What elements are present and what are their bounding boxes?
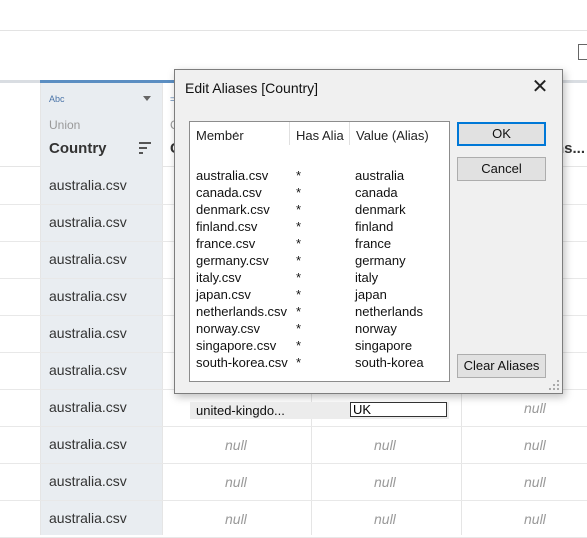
cancel-button[interactable]: Cancel: [457, 157, 546, 181]
null-cell[interactable]: null: [225, 511, 247, 527]
alias-value: germany: [355, 253, 406, 268]
list-item[interactable]: germany.csv * germany: [190, 252, 449, 269]
alias-value: denmark: [355, 202, 406, 217]
has-alias-flag: *: [296, 219, 302, 234]
field-source-label: Union: [49, 118, 81, 132]
null-cell[interactable]: null: [524, 400, 546, 416]
resize-grip-icon[interactable]: [549, 380, 559, 390]
country-cell[interactable]: australia.csv: [49, 251, 127, 267]
null-cell[interactable]: null: [225, 474, 247, 490]
field-name-country[interactable]: Country: [49, 140, 107, 157]
has-alias-flag: *: [296, 202, 302, 217]
alias-value: canada: [355, 185, 398, 200]
toolbar: [0, 0, 587, 31]
dialog-title: Edit Aliases [Country]: [185, 80, 319, 96]
country-cell[interactable]: australia.csv: [49, 399, 127, 415]
list-item[interactable]: canada.csv * canada: [190, 184, 449, 201]
member-name: germany.csv: [196, 253, 269, 268]
member-name: australia.csv: [196, 168, 269, 183]
list-item[interactable]: singapore.csv * singapore: [190, 337, 449, 354]
country-cell[interactable]: australia.csv: [49, 473, 127, 489]
alias-value: norway: [355, 321, 397, 336]
has-alias-flag: *: [296, 287, 302, 302]
null-cell[interactable]: null: [225, 437, 247, 453]
list-item[interactable]: norway.csv * norway: [190, 320, 449, 337]
column-header-label: Value (Alias): [356, 128, 429, 143]
has-alias-flag: *: [296, 355, 302, 370]
null-cell[interactable]: null: [524, 437, 546, 453]
list-item[interactable]: japan.csv * japan: [190, 286, 449, 303]
alias-input[interactable]: [350, 402, 447, 417]
alias-value: italy: [355, 270, 379, 285]
null-cell[interactable]: null: [524, 511, 546, 527]
list-item[interactable]: netherlands.csv * netherlands: [190, 303, 449, 320]
has-alias-flag: *: [296, 168, 302, 183]
null-cell[interactable]: null: [374, 511, 396, 527]
has-alias-flag: *: [296, 236, 302, 251]
member-name: netherlands.csv: [196, 304, 288, 319]
country-cell[interactable]: australia.csv: [49, 510, 127, 526]
list-item[interactable]: italy.csv * italy: [190, 269, 449, 286]
country-cell[interactable]: australia.csv: [49, 362, 127, 378]
sort-icon[interactable]: [139, 142, 151, 154]
close-icon[interactable]: ✕: [530, 77, 550, 97]
member-name: finland.csv: [196, 219, 258, 234]
list-item[interactable]: finland.csv * finland: [190, 218, 449, 235]
member-name: south-korea.csv: [196, 355, 288, 370]
alias-value: netherlands: [355, 304, 423, 319]
string-type-icon[interactable]: Abc: [49, 94, 65, 104]
table-row[interactable]: australia.csv null null null: [0, 500, 587, 538]
member-name: norway.csv: [196, 321, 261, 336]
alias-value: australia: [355, 168, 405, 183]
country-cell[interactable]: australia.csv: [49, 436, 127, 452]
list-item-editing[interactable]: united-kingdo...: [190, 402, 449, 419]
table-row[interactable]: australia.csv null null null: [0, 426, 587, 464]
has-alias-flag: *: [296, 185, 302, 200]
member-name: singapore.csv: [196, 338, 277, 353]
column-header-member[interactable]: ^ Member: [190, 122, 290, 145]
alias-value: south-korea: [355, 355, 424, 370]
alias-list[interactable]: ^ Member Has Alia Value (Alias) australi…: [189, 121, 450, 419]
has-alias-flag: *: [296, 304, 302, 319]
alias-value: singapore: [355, 338, 413, 353]
member-name: japan.csv: [196, 287, 251, 302]
null-cell[interactable]: null: [524, 474, 546, 490]
null-cell[interactable]: null: [374, 474, 396, 490]
list-item[interactable]: denmark.csv * denmark: [190, 201, 449, 218]
country-cell[interactable]: australia.csv: [49, 288, 127, 304]
column-header-value[interactable]: Value (Alias): [350, 122, 449, 145]
ok-button[interactable]: OK: [457, 122, 546, 146]
clear-aliases-button[interactable]: Clear Aliases: [457, 354, 546, 378]
has-alias-flag: *: [296, 270, 302, 285]
column-header-has-alias[interactable]: Has Alia: [290, 122, 350, 145]
country-cell[interactable]: australia.csv: [49, 325, 127, 341]
member-name: italy.csv: [196, 270, 242, 285]
list-item[interactable]: france.csv * france: [190, 235, 449, 252]
sort-ascending-icon: ^: [234, 130, 239, 140]
panel-toggle-icon[interactable]: [578, 44, 587, 60]
list-item[interactable]: australia.csv * australia: [190, 167, 449, 184]
list-item[interactable]: south-korea.csv * south-korea: [190, 354, 449, 371]
edit-aliases-dialog: Edit Aliases [Country] ✕ ^ Member Has Al…: [174, 69, 563, 419]
country-cell[interactable]: australia.csv: [49, 177, 127, 193]
column-header-label: Has Alia: [296, 128, 344, 143]
null-cell[interactable]: null: [374, 437, 396, 453]
alias-value: france: [355, 236, 392, 251]
has-alias-flag: *: [296, 253, 302, 268]
has-alias-flag: *: [296, 321, 302, 336]
alias-value: japan: [355, 287, 387, 302]
member-name: united-kingdo...: [196, 403, 285, 418]
has-alias-flag: *: [296, 338, 302, 353]
member-name: france.csv: [196, 236, 256, 251]
member-name: denmark.csv: [196, 202, 270, 217]
country-cell[interactable]: australia.csv: [49, 214, 127, 230]
table-row[interactable]: australia.csv null null null: [0, 463, 587, 501]
chevron-down-icon[interactable]: [143, 96, 151, 101]
member-name: canada.csv: [196, 185, 262, 200]
alias-value: finland: [355, 219, 394, 234]
